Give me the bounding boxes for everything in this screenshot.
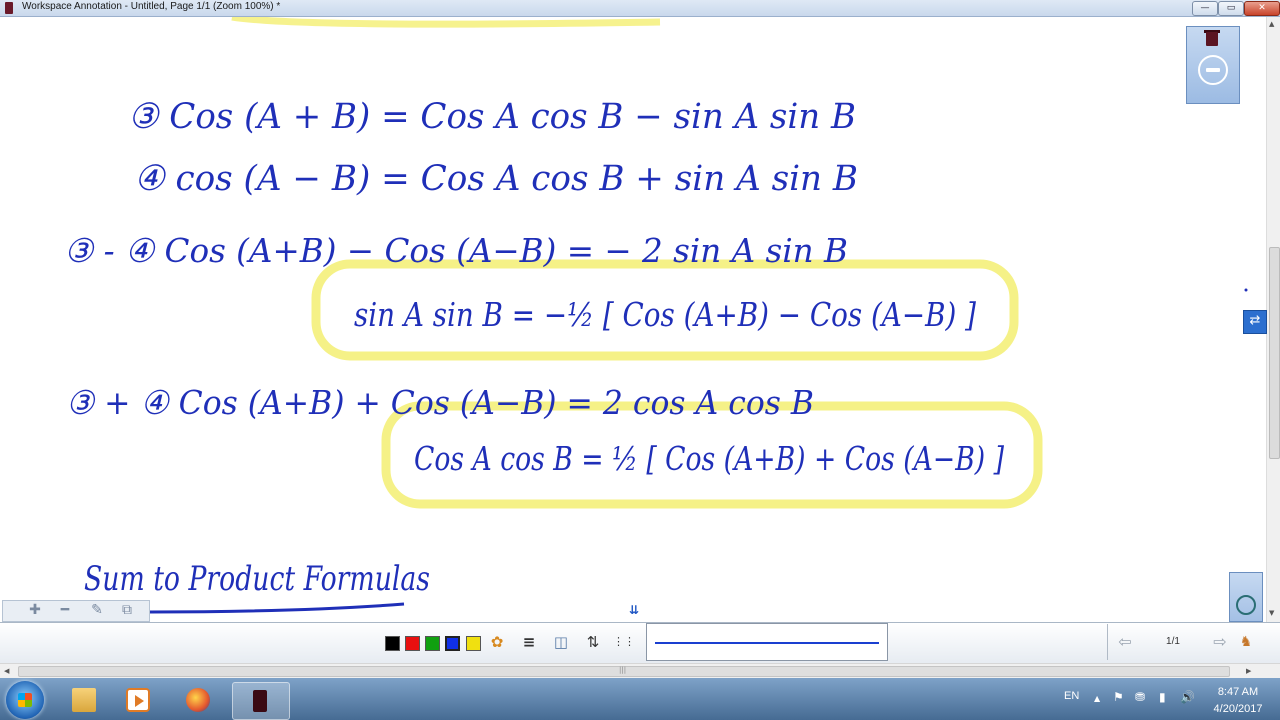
bottom-toolbar (0, 622, 1280, 664)
taskbar-media-player[interactable] (110, 682, 166, 718)
add-page-icon[interactable]: ✚ (23, 602, 47, 619)
floating-tool-panel[interactable] (1186, 26, 1240, 104)
scroll-right-icon[interactable]: ▶ (1246, 667, 1251, 675)
media-player-icon (126, 688, 150, 712)
previous-page-icon[interactable]: ⇦ (1113, 631, 1137, 653)
trash-can-icon[interactable] (1206, 32, 1218, 46)
volume-icon[interactable]: 🔊 (1180, 690, 1195, 704)
note-line-5: ③ + ④ Cos (A+B) + Cos (A−B) = 2 cos A co… (66, 383, 814, 422)
recycle-bin-button[interactable] (1229, 572, 1263, 622)
note-line-3: ③ - ④ Cos (A+B) − Cos (A−B) = − 2 sin A … (64, 231, 848, 270)
next-page-icon[interactable]: ⇨ (1208, 631, 1232, 653)
scroll-grip-icon: ||| (619, 666, 627, 674)
taskbar-firefox[interactable] (170, 682, 226, 718)
start-button[interactable] (6, 681, 44, 719)
firefox-icon (186, 688, 210, 712)
stroke-preview[interactable] (646, 623, 888, 661)
heading-underline (149, 602, 405, 614)
color-swatch-black[interactable] (385, 636, 400, 651)
line-spacing-icon[interactable]: ⇅ (582, 631, 604, 653)
swap-arrows-icon[interactable]: ⇄ (1243, 310, 1267, 334)
note-line-2: ④ cos (A − B) = Cos A cos B + sin A sin … (134, 159, 858, 199)
title-bar: Workspace Annotation - Untitled, Page 1/… (0, 0, 1280, 17)
mini-toolbar: ✚ ━ ✎ ⧉ (2, 600, 150, 622)
remove-page-icon[interactable]: ━ (53, 602, 77, 619)
color-swatch-blue[interactable] (445, 636, 460, 651)
device-icon[interactable]: ⛃ (1135, 690, 1145, 704)
page-indicator: 1/1 (1166, 636, 1180, 647)
minimize-circle-icon[interactable] (1198, 55, 1228, 85)
scroll-left-icon[interactable]: ◀ (4, 667, 9, 675)
windows-logo-icon (18, 693, 32, 707)
minimize-button[interactable]: — (1192, 1, 1218, 16)
recycle-icon (1236, 595, 1256, 615)
grid-icon[interactable]: ⋮⋮ (613, 631, 635, 653)
stroke-line (655, 642, 879, 644)
ink-dot (1244, 288, 1248, 292)
close-button[interactable]: ✕ (1244, 1, 1280, 16)
network-signal-icon[interactable]: ▮ (1159, 690, 1166, 704)
app-icon (5, 2, 13, 14)
horizontal-scrollbar[interactable]: ◀ ||| ▶ (0, 663, 1280, 678)
folder-icon (72, 688, 96, 712)
vertical-scroll-thumb[interactable] (1269, 247, 1280, 459)
color-swatch-green[interactable] (425, 636, 440, 651)
toolbar-divider (1107, 624, 1108, 660)
note-heading: Sum to Product Formulas (84, 559, 430, 599)
maximize-button[interactable]: ▭ (1218, 1, 1244, 16)
presenter-icon[interactable]: ♞ (1234, 631, 1258, 653)
note-line-4: sin A sin B = −½ [ Cos (A+B) − Cos (A−B)… (354, 295, 976, 334)
edit-icon[interactable]: ✎ (85, 602, 109, 619)
annotation-canvas[interactable]: ③ Cos (A + B) = Cos A cos B − sin A sin … (0, 17, 1266, 622)
language-indicator[interactable]: EN (1064, 690, 1079, 702)
color-swatch-yellow[interactable] (466, 636, 481, 651)
clock-date[interactable]: 4/20/2017 (1208, 703, 1268, 715)
note-line-1: ③ Cos (A + B) = Cos A cos B − sin A sin … (128, 97, 856, 137)
taskbar-annotation-app[interactable] (232, 682, 290, 720)
page-down-icon[interactable]: ⇊ (623, 600, 645, 620)
handwritten-notes: ③ Cos (A + B) = Cos A cos B − sin A sin … (64, 17, 1248, 614)
vertical-scrollbar[interactable]: ▲ ▼ (1266, 17, 1280, 622)
scroll-down-icon[interactable]: ▼ (1269, 609, 1274, 617)
window-title: Workspace Annotation - Untitled, Page 1/… (22, 1, 281, 12)
scroll-up-icon[interactable]: ▲ (1269, 20, 1274, 28)
copy-icon[interactable]: ⧉ (115, 602, 139, 619)
action-center-flag-icon[interactable]: ⚑ (1113, 690, 1124, 704)
line-width-icon[interactable]: ≡ (518, 631, 540, 653)
annotation-app-icon (253, 690, 267, 712)
highlight-top (231, 17, 661, 28)
color-swatch-red[interactable] (405, 636, 420, 651)
palette-icon[interactable]: ✿ (486, 631, 508, 653)
clock-time[interactable]: 8:47 AM (1208, 686, 1268, 698)
taskbar-explorer[interactable] (56, 682, 112, 718)
show-hidden-icons-icon[interactable]: ▲ (1094, 694, 1100, 703)
note-line-6: Cos A cos B = ½ [ Cos (A+B) + Cos (A−B) … (414, 439, 1004, 478)
eraser-icon[interactable]: ◫ (550, 631, 572, 653)
